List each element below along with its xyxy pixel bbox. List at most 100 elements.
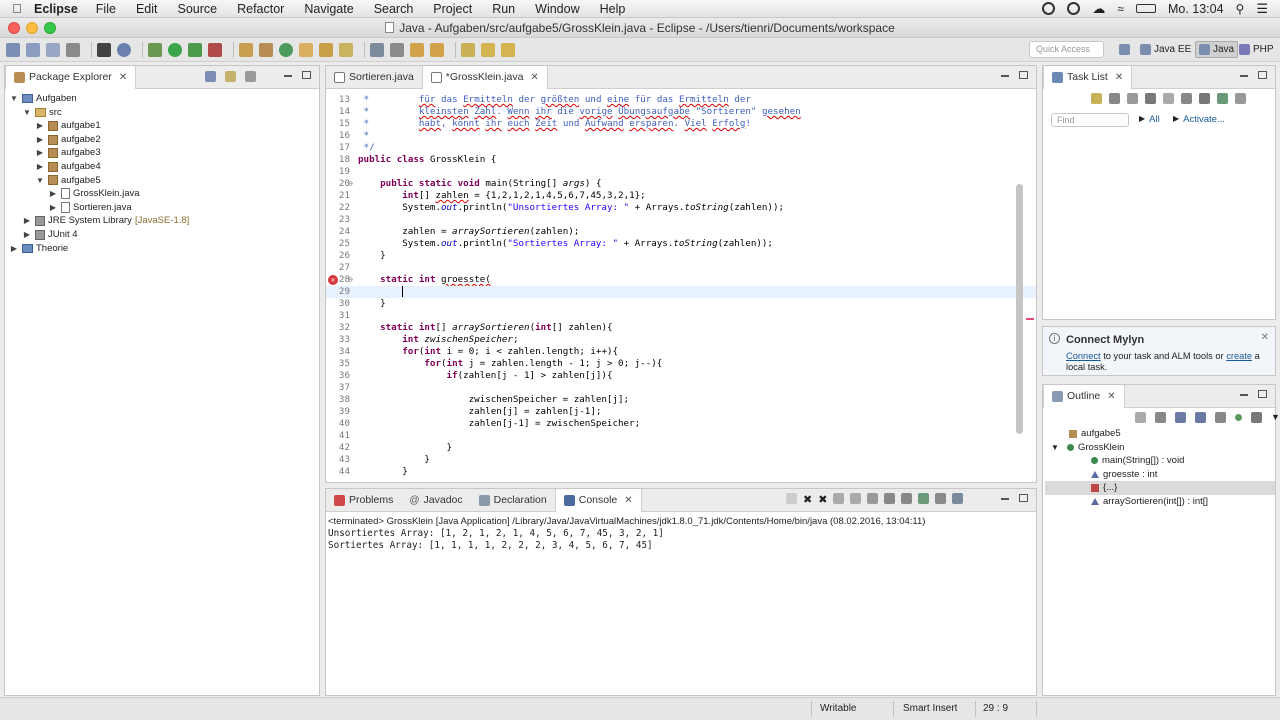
code-line[interactable]: 41	[326, 430, 1036, 442]
menu-window[interactable]: Window	[535, 2, 579, 16]
open-console-icon[interactable]	[952, 493, 964, 504]
code-line[interactable]: 13 * für das Ermitteln der größten und e…	[326, 94, 1036, 106]
window-maximize-button[interactable]	[44, 22, 56, 34]
tab-console[interactable]: Console ✕	[554, 488, 642, 512]
skip-breakpoints-icon[interactable]	[117, 42, 131, 57]
menu-run[interactable]: Run	[492, 2, 515, 16]
focus-active-task-icon[interactable]	[1251, 412, 1262, 423]
collapsed-arrow-icon[interactable]: ▶	[35, 146, 45, 160]
clock[interactable]: Mo. 13:04	[1168, 2, 1224, 16]
scheduled-icon[interactable]	[1127, 93, 1138, 104]
outline-item[interactable]: {...}	[1045, 481, 1275, 495]
code-line[interactable]: 23	[326, 214, 1036, 226]
hide-completed-icon[interactable]	[1163, 93, 1174, 104]
terminal-icon[interactable]	[97, 42, 111, 57]
coverage-icon[interactable]	[188, 42, 202, 57]
menu-help[interactable]: Help	[600, 2, 626, 16]
code-line[interactable]: 30 }	[326, 298, 1036, 310]
forward-icon[interactable]	[501, 42, 515, 57]
perspective-java[interactable]: Java	[1195, 41, 1239, 58]
code-line[interactable]: 16 *	[326, 130, 1036, 142]
spotlight-search-icon[interactable]: ⚲	[1236, 2, 1245, 16]
notification-center-icon[interactable]: ☰	[1256, 1, 1268, 17]
collapse-all-icon[interactable]	[205, 71, 216, 82]
outline-item[interactable]: aufgabe5	[1045, 427, 1275, 441]
code-line[interactable]: 29	[326, 286, 1036, 298]
menu-app-name[interactable]: Eclipse	[34, 2, 78, 16]
console-output[interactable]: <terminated> GrossKlein [Java Applicatio…	[328, 515, 925, 552]
perspective-php[interactable]: PHP	[1236, 41, 1277, 58]
sort-icon[interactable]	[1155, 412, 1166, 423]
tree-item-aufgabe5[interactable]: ▼ aufgabe5	[9, 174, 189, 188]
task-find-input[interactable]: Find	[1051, 113, 1129, 127]
fold-icon[interactable]: ⊖	[348, 274, 353, 286]
show-whitespace-icon[interactable]	[390, 42, 404, 57]
code-line[interactable]: 26 }	[326, 250, 1036, 262]
tree-item-aufgabe2[interactable]: ▶ aufgabe2	[9, 133, 189, 147]
debug-icon[interactable]	[148, 42, 162, 57]
collapsed-arrow-icon[interactable]: ▶	[22, 214, 32, 228]
tab-javadoc[interactable]: @ Javadoc	[401, 489, 470, 512]
categorized-icon[interactable]	[1109, 93, 1120, 104]
scroll-lock-icon[interactable]	[850, 493, 862, 504]
error-marker-icon[interactable]: ✕	[328, 275, 338, 285]
new-package-icon[interactable]	[259, 42, 273, 57]
search-icon[interactable]	[319, 42, 333, 57]
code-line[interactable]: 14 * kleinsten Zahl. Wenn ihr die vorige…	[326, 106, 1036, 118]
new-task-icon[interactable]	[1091, 93, 1102, 104]
edit-icon[interactable]	[339, 42, 353, 57]
tab-task-list[interactable]: Task List ✕	[1043, 65, 1133, 89]
view-menu-icon[interactable]	[245, 71, 256, 82]
code-line[interactable]: 19	[326, 166, 1036, 178]
show-on-stderr-icon[interactable]	[901, 493, 913, 504]
code-line[interactable]: 20 ⊖ public static void main(String[] arg…	[326, 178, 1036, 190]
window-close-button[interactable]	[8, 22, 20, 34]
cloud-icon[interactable]: ☁	[1092, 1, 1105, 17]
code-line[interactable]: 28 ✕ ⊖ static int groesste(	[326, 274, 1036, 286]
menu-edit[interactable]: Edit	[136, 2, 158, 16]
expanded-arrow-icon[interactable]: ▼	[9, 92, 19, 106]
maximize-icon[interactable]	[1019, 71, 1028, 79]
code-line[interactable]: 35 for(int j = zahlen.length - 1; j > 0;…	[326, 358, 1036, 370]
tree-item-grossklein-java[interactable]: ▶ GrossKlein.java	[9, 187, 189, 201]
fold-icon[interactable]: ⊖	[348, 178, 353, 190]
save-icon[interactable]	[26, 42, 40, 57]
maximize-icon[interactable]	[1258, 71, 1267, 79]
all-tasks-link[interactable]: All	[1149, 114, 1160, 125]
menu-search[interactable]: Search	[374, 2, 414, 16]
minimize-icon[interactable]	[1001, 498, 1009, 500]
collapse-all-icon[interactable]	[1135, 412, 1146, 423]
outline-item[interactable]: main(String[]) : void	[1045, 454, 1275, 468]
maximize-icon[interactable]	[1019, 494, 1028, 502]
code-line[interactable]: 18 public class GrossKlein {	[326, 154, 1036, 166]
code-line[interactable]: 25 System.out.println("Sortiertes Array:…	[326, 238, 1036, 250]
clear-console-icon[interactable]	[833, 493, 845, 504]
code-line[interactable]: 34 for(int i = 0; i < zahlen.length; i++…	[326, 346, 1036, 358]
hide-non-public-icon[interactable]	[1215, 412, 1226, 423]
run-icon[interactable]	[168, 42, 182, 57]
expand-icon[interactable]	[1199, 93, 1210, 104]
close-icon[interactable]: ✕	[1261, 332, 1269, 343]
hide-fields-icon[interactable]	[1175, 412, 1186, 423]
code-line[interactable]: 31	[326, 310, 1036, 322]
collapsed-arrow-icon[interactable]: ▶	[48, 201, 58, 215]
window-minimize-button[interactable]	[26, 22, 38, 34]
record-icon[interactable]	[1042, 2, 1056, 15]
back-icon[interactable]	[481, 42, 495, 57]
terminate-icon[interactable]	[786, 493, 797, 504]
wifi-icon[interactable]: ≈	[1117, 2, 1124, 16]
perspective-java-ee[interactable]: Java EE	[1137, 41, 1194, 58]
tab-problems[interactable]: Problems	[326, 489, 401, 512]
code-line[interactable]: 15 * habt, könnt ihr euch Zeit und Aufwa…	[326, 118, 1036, 130]
view-menu-icon[interactable]: ▼	[1271, 412, 1280, 423]
minimize-icon[interactable]	[284, 75, 292, 77]
error-overview-marker[interactable]	[1026, 318, 1034, 320]
minimize-icon[interactable]	[1240, 75, 1248, 77]
status-insert-mode[interactable]: Smart Insert	[903, 703, 957, 714]
close-icon[interactable]: ✕	[530, 72, 538, 83]
collapsed-arrow-icon[interactable]: ▶	[22, 228, 32, 242]
tree-item-junit-4[interactable]: ▶ JUnit 4	[9, 228, 189, 242]
collapsed-arrow-icon[interactable]: ▶	[9, 242, 19, 256]
collapsed-arrow-icon[interactable]: ▶	[35, 160, 45, 174]
minimize-icon[interactable]	[1001, 75, 1009, 77]
